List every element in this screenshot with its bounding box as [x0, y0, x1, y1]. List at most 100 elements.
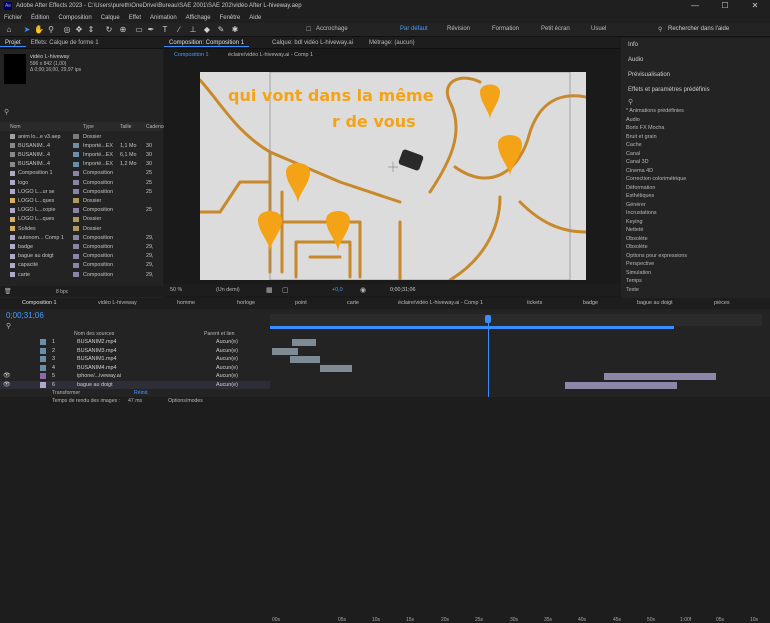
- clone-tool-icon[interactable]: ⊥: [188, 25, 198, 35]
- zoom-tool-icon[interactable]: ⚲: [46, 25, 56, 35]
- list-item[interactable]: LOGO L...ques Dossier: [0, 196, 160, 205]
- timeline-search-icon[interactable]: ⚲: [6, 322, 11, 330]
- menu-fenetre[interactable]: Fenêtre: [220, 15, 241, 21]
- tab-composition[interactable]: Composition: Composition 1: [164, 40, 250, 47]
- toggle-modes-button[interactable]: Options/modes: [168, 398, 203, 404]
- workspace-learn[interactable]: Formation: [492, 26, 519, 32]
- rotate-tool-icon[interactable]: ↻: [104, 25, 114, 35]
- help-search-input[interactable]: Rechercher dans l'aide: [668, 26, 729, 32]
- exposure-value[interactable]: +0,0: [332, 287, 343, 293]
- selection-tool-icon[interactable]: ➤: [22, 25, 32, 35]
- menu-composition[interactable]: Composition: [58, 15, 91, 21]
- effect-category[interactable]: Déformation: [626, 185, 655, 191]
- mask-icon[interactable]: ▢: [282, 286, 289, 294]
- rectangle-tool-icon[interactable]: ▭: [134, 25, 144, 35]
- info-section[interactable]: Info: [628, 42, 638, 48]
- menu-effet[interactable]: Effet: [129, 15, 141, 21]
- effect-category[interactable]: Canal: [626, 151, 640, 157]
- workspace-review[interactable]: Révision: [447, 26, 470, 32]
- list-item[interactable]: badge Composition 29,: [0, 242, 160, 251]
- minimize-button[interactable]: —: [680, 0, 710, 12]
- tab-carte[interactable]: carte: [347, 300, 359, 306]
- table-row[interactable]: 3 BUSANIM1.mp4 Aucun(e): [0, 355, 270, 364]
- resolution-select[interactable]: (Un demi): [216, 287, 240, 293]
- effect-category[interactable]: Cinema 4D: [626, 168, 653, 174]
- composition-canvas[interactable]: qui vont dans la même r de vous: [200, 72, 586, 280]
- breadcrumb-comp2[interactable]: éclaire/vidéo L-hiveway.ai - Comp 1: [228, 52, 313, 58]
- anchor-tool-icon[interactable]: ⊕: [118, 25, 128, 35]
- layer-bar[interactable]: [320, 364, 352, 372]
- workspace-default[interactable]: Par défaut: [400, 26, 428, 32]
- effect-category[interactable]: Bruit et grain: [626, 134, 657, 140]
- tab-tickets[interactable]: tickets: [527, 300, 542, 306]
- menu-edition[interactable]: Édition: [31, 15, 49, 21]
- playhead-handle[interactable]: [485, 315, 491, 323]
- list-item[interactable]: BUSANIM...4 Importé...EX 1,1 Mo 30: [0, 141, 160, 150]
- trash-icon[interactable]: 🗑: [4, 288, 12, 295]
- effects-search-icon[interactable]: ⚲: [628, 98, 633, 106]
- workspace-small-screen[interactable]: Petit écran: [541, 26, 570, 32]
- effect-category[interactable]: Esthétiques: [626, 193, 654, 199]
- parent-select[interactable]: Aucun(e): [216, 373, 238, 379]
- breadcrumb-comp1[interactable]: Composition 1: [174, 52, 208, 58]
- effect-category[interactable]: Boris FX Mocha: [626, 125, 664, 131]
- reset-link[interactable]: Réinit.: [134, 390, 149, 396]
- effect-category[interactable]: Options pour expressions: [626, 253, 687, 259]
- parent-select[interactable]: Aucun(e): [216, 356, 238, 362]
- list-item[interactable]: carte Composition 29,: [0, 270, 160, 279]
- effect-category[interactable]: Cache: [626, 142, 642, 148]
- text-tool-icon[interactable]: T: [160, 25, 170, 35]
- list-item[interactable]: autonom... Comp 1 Composition 29,: [0, 233, 160, 242]
- hand-tool-icon[interactable]: ✋: [34, 25, 44, 35]
- layer-bar[interactable]: [292, 339, 316, 346]
- audio-section[interactable]: Audio: [628, 57, 643, 63]
- col-source-name[interactable]: Nom des sources: [74, 331, 114, 337]
- tab-eclaire-comp[interactable]: éclaire/vidéo L-hiveway.ai - Comp 1: [398, 300, 483, 306]
- search-icon[interactable]: ⚲: [658, 26, 662, 33]
- dolly-tool-icon[interactable]: ⇕: [86, 25, 96, 35]
- effect-category[interactable]: Keying: [626, 219, 642, 225]
- effect-category[interactable]: Canal 3D: [626, 159, 648, 165]
- menu-affichage[interactable]: Affichage: [186, 15, 211, 21]
- list-item[interactable]: BUSANIM...4 Importé...EX 6,1 Mo 30: [0, 150, 160, 159]
- effect-category[interactable]: Incrustations: [626, 210, 657, 216]
- list-item[interactable]: BUSANIM...4 Importé...EX 1,2 Mo 30: [0, 160, 160, 169]
- tab-point[interactable]: point: [295, 300, 307, 306]
- parent-select[interactable]: Aucun(e): [216, 382, 238, 388]
- effect-category[interactable]: Générer: [626, 202, 646, 208]
- snap-checkbox[interactable]: ☐: [306, 26, 311, 33]
- list-item[interactable]: anim lo...e v3.aep Dossier: [0, 132, 160, 141]
- project-search-icon[interactable]: ⚲: [4, 108, 9, 116]
- effect-category[interactable]: Obsolète: [626, 236, 648, 242]
- table-row[interactable]: 2 BUSANIM3.mp4 Aucun(e): [0, 347, 270, 356]
- orbit-tool-icon[interactable]: ◎: [62, 25, 72, 35]
- home-icon[interactable]: ⌂: [4, 25, 14, 35]
- effect-category[interactable]: Simulation: [626, 270, 651, 276]
- parent-select[interactable]: Aucun(e): [216, 365, 238, 371]
- effect-category[interactable]: Texte: [626, 287, 639, 293]
- effect-category[interactable]: Temps: [626, 278, 642, 284]
- table-row[interactable]: 👁 5 iphone/...iveway.ai Aucun(e): [0, 372, 270, 381]
- pen-tool-icon[interactable]: ✒: [146, 25, 156, 35]
- tab-pieces[interactable]: pièces: [714, 300, 730, 306]
- tab-footage[interactable]: Métrage: (aucun): [364, 40, 420, 46]
- col-rate[interactable]: Cadence: [146, 124, 166, 130]
- layer-bar[interactable]: [604, 373, 716, 380]
- transform-group[interactable]: Transformer: [52, 390, 80, 396]
- list-item[interactable]: LOGO L...copie Composition 25: [0, 206, 160, 215]
- effect-category[interactable]: Correction colorimétrique: [626, 176, 686, 182]
- puppet-tool-icon[interactable]: ✱: [230, 25, 240, 35]
- camera-icon[interactable]: ◉: [360, 286, 366, 294]
- grid-icon[interactable]: ▦: [266, 286, 273, 294]
- table-row[interactable]: 4 BUSANIM4.mp4 Aucun(e): [0, 364, 270, 373]
- col-type[interactable]: Type: [83, 124, 94, 130]
- tab-horloge[interactable]: horloge: [237, 300, 255, 306]
- brush-tool-icon[interactable]: ∕: [174, 25, 184, 35]
- parent-select[interactable]: Aucun(e): [216, 348, 238, 354]
- eraser-tool-icon[interactable]: ◆: [202, 25, 212, 35]
- list-item[interactable]: LOGO L...ur se Composition 25: [0, 187, 160, 196]
- workspace-standard[interactable]: Usuel: [591, 26, 606, 32]
- eye-icon[interactable]: 👁: [3, 381, 11, 388]
- list-item[interactable]: LOGO L...ques Dossier: [0, 215, 160, 224]
- viewer-timecode[interactable]: 0;00;31;06: [390, 287, 415, 293]
